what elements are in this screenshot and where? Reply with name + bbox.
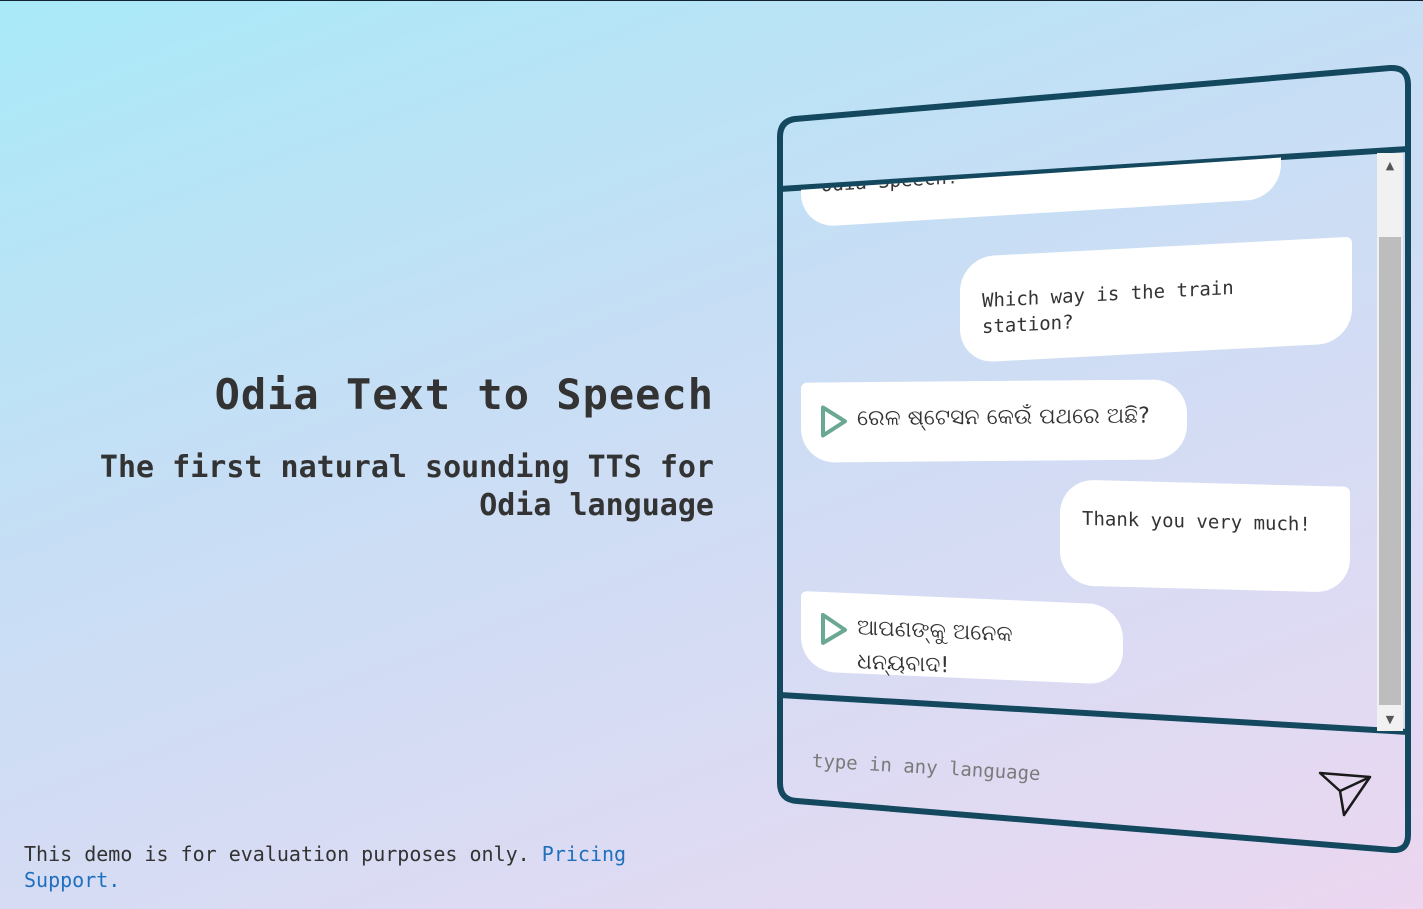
page-subtitle: The first natural sounding TTS for Odia … — [99, 450, 714, 523]
footer-disclaimer: This demo is for evaluation purposes onl… — [24, 842, 530, 866]
chat-message-text: ଆପଣଙ୍କୁ ଅନେକ ଧନ୍ୟବାଦ! — [857, 615, 1013, 679]
chat-message-user: Thank you very much! — [1060, 479, 1350, 593]
play-icon[interactable] — [819, 404, 849, 438]
hero-section: Odia Text to Speech The first natural so… — [0, 369, 714, 525]
chat-message-text: Thank you very much! — [1082, 507, 1311, 536]
chat-message-bot: ଆପଣଙ୍କୁ ଅନେକ ଧନ୍ୟବାଦ! — [801, 590, 1123, 686]
chat-message-bot: ରେଳ ଷ୍ଟେସନ କେଉଁ ପଥରେ ଅଛି? — [801, 379, 1187, 463]
scroll-up-arrow-icon[interactable]: ▲ — [1377, 153, 1403, 177]
footer-note: This demo is for evaluation purposes onl… — [24, 841, 644, 893]
scrollbar-thumb[interactable] — [1379, 237, 1401, 705]
chat-scrollbar[interactable]: ▲ ▼ — [1377, 153, 1403, 731]
chat-messages-panel[interactable]: Odia Speech! Which way is the train stat… — [783, 151, 1378, 723]
chat-message-user: Which way is the train station? — [960, 236, 1352, 364]
page-title: Odia Text to Speech — [214, 370, 714, 419]
chat-message-text: ରେଳ ଷ୍ଟେସନ କେଉଁ ପଥରେ ଅଛି? — [857, 403, 1150, 432]
play-icon[interactable] — [819, 612, 849, 647]
scroll-down-arrow-icon[interactable]: ▼ — [1377, 707, 1403, 731]
send-icon[interactable] — [1316, 767, 1374, 819]
chat-message-text: Which way is the train station? — [982, 276, 1234, 339]
